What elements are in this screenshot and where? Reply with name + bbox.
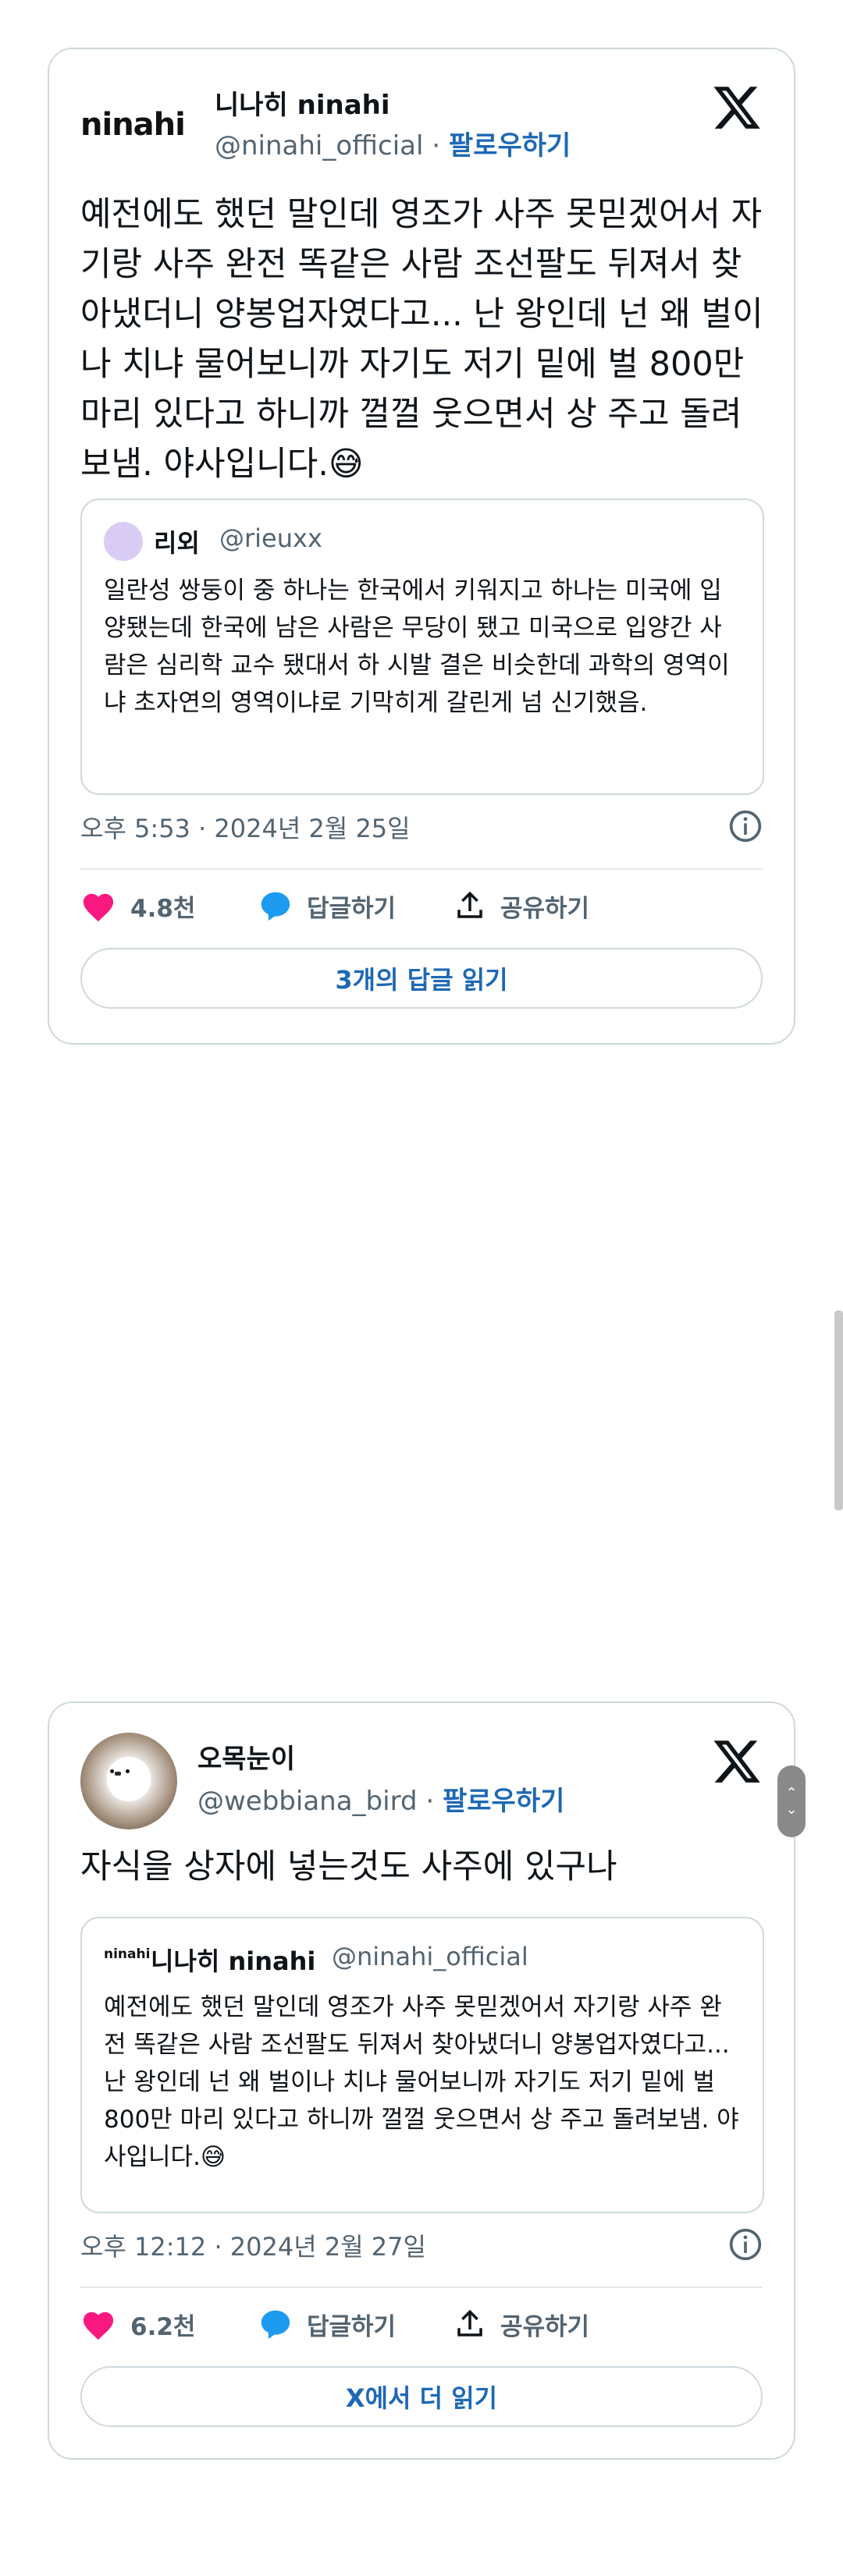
quoted-tweet[interactable]: ninahi 니나히 ninahi @ninahi_official 예전에도 … [80, 1917, 764, 2213]
info-icon[interactable] [728, 2227, 763, 2262]
reply-label: 답글하기 [307, 894, 397, 923]
separator: · [423, 130, 449, 161]
speech-bubble-icon [261, 2310, 290, 2340]
quoted-avatar-logo: ninahi [104, 1946, 151, 1962]
reply-label: 답글하기 [307, 2312, 397, 2341]
quoted-avatar [104, 522, 143, 561]
action-bar: 4.8천 답글하기 공유하기 [80, 882, 763, 929]
tweet-card-1: ninahi 니나히 ninahi @ninahi_official · 팔로우… [48, 48, 795, 1045]
tweet-text: 자식을 상자에 넣는것도 사주에 있구나 [80, 1847, 617, 1886]
share-label: 공유하기 [500, 2312, 590, 2341]
read-more-button[interactable]: X에서 더 읽기 [80, 2366, 763, 2427]
like-button[interactable]: 4.8천 [80, 882, 195, 929]
share-button[interactable]: 공유하기 [454, 2301, 589, 2347]
author-handle[interactable]: @ninahi_official [215, 130, 423, 161]
share-button[interactable]: 공유하기 [454, 882, 589, 929]
chevron-up-icon: ⌃ [785, 1785, 798, 1801]
quoted-text: 예전에도 했던 말인데 영조가 사주 못믿겠어서 자기랑 사주 완전 똑같은 사… [104, 1993, 739, 2171]
author-name[interactable]: 니나히 ninahi [215, 83, 390, 122]
heart-icon [83, 2312, 114, 2340]
quoted-tweet[interactable]: 리외 @rieuxx 일란성 쌍둥이 중 하나는 한국에서 키워지고 하나는 미… [80, 499, 764, 795]
like-count: 4.8천 [130, 894, 196, 923]
reply-button[interactable]: 답글하기 [258, 882, 396, 929]
divider [80, 868, 763, 870]
quoted-text: 일란성 쌍둥이 중 하나는 한국에서 키워지고 하나는 미국에 입양됐는데 한국… [104, 577, 730, 717]
share-icon [457, 891, 482, 918]
tweet-header: ninahi 니나히 ninahi @ninahi_official · 팔로우… [80, 80, 763, 166]
reply-button[interactable]: 답글하기 [258, 2301, 396, 2347]
avatar[interactable] [80, 1733, 177, 1829]
like-count: 6.2천 [130, 2312, 196, 2341]
share-label: 공유하기 [500, 894, 590, 923]
quoted-author-name: 니나히 ninahi [151, 1946, 316, 1976]
like-button[interactable]: 6.2천 [80, 2301, 195, 2347]
chevron-down-icon: ⌄ [785, 1801, 798, 1818]
x-logo-icon[interactable] [711, 1736, 763, 1787]
quoted-author-name: 리외 [154, 528, 200, 558]
timestamp[interactable]: 오후 5:53 · 2024년 2월 25일 [80, 809, 411, 845]
tweet-card-2: 오목눈이 @webbiana_bird · 팔로우하기 자식을 상자에 넣는것도… [48, 1701, 795, 2460]
read-replies-button[interactable]: 3개의 답글 읽기 [80, 948, 763, 1009]
author-handle-line: @webbiana_bird · 팔로우하기 [197, 1779, 564, 1818]
divider [80, 2287, 763, 2288]
info-icon[interactable] [728, 809, 763, 843]
timestamp[interactable]: 오후 12:12 · 2024년 2월 27일 [80, 2227, 426, 2263]
x-logo-icon[interactable] [711, 82, 763, 133]
author-handle[interactable]: @webbiana_bird [197, 1786, 418, 1817]
heart-icon [83, 893, 114, 922]
quoted-author-handle: @rieuxx [219, 523, 322, 553]
scroll-handle[interactable]: ⌃ ⌄ [777, 1765, 806, 1837]
action-bar: 6.2천 답글하기 공유하기 [80, 2301, 763, 2347]
follow-button[interactable]: 팔로우하기 [443, 1786, 564, 1817]
avatar-logo[interactable]: ninahi [80, 98, 186, 152]
share-icon [457, 2309, 482, 2336]
speech-bubble-icon [261, 892, 290, 921]
author-handle-line: @ninahi_official · 팔로우하기 [215, 124, 571, 162]
tweet-header: 오목눈이 @webbiana_bird · 팔로우하기 [80, 1733, 763, 1829]
author-name[interactable]: 오목눈이 [197, 1737, 295, 1776]
scrollbar[interactable] [834, 1311, 843, 1510]
tweet-text: 예전에도 했던 말인데 영조가 사주 못믿겠어서 자기랑 사주 완전 똑같은 사… [80, 195, 763, 484]
follow-button[interactable]: 팔로우하기 [449, 130, 571, 161]
separator: · [417, 1786, 443, 1817]
quoted-author-handle: @ninahi_official [332, 1942, 528, 1971]
